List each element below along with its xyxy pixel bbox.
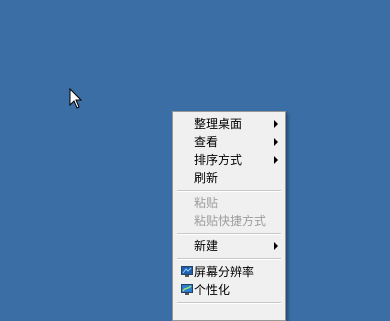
mouse-pointer-icon [69,88,83,109]
menu-item-view[interactable]: 查看 [174,133,284,151]
submenu-arrow-icon [274,156,278,164]
personalize-icon [181,284,193,295]
menu-item-label: 排序方式 [194,153,243,167]
desktop-background[interactable]: 整理桌面 查看 排序方式 刷新 粘贴 粘贴快捷方式 新建 屏幕分辨率 个性化 [0,0,390,321]
submenu-arrow-icon [274,242,278,250]
menu-item-label: 新建 [194,239,219,253]
menu-item-sort-by[interactable]: 排序方式 [174,151,284,169]
menu-item-refresh[interactable]: 刷新 [174,169,284,187]
menu-item-paste[interactable]: 粘贴 [174,194,284,212]
menu-item-label: 粘贴 [194,196,219,210]
menu-item-label: 查看 [194,135,219,149]
menu-separator [177,258,281,260]
submenu-arrow-icon [274,138,278,146]
menu-item-label: 粘贴快捷方式 [194,214,267,228]
menu-item-label: 屏幕分辨率 [194,265,255,279]
menu-item-paste-shortcut[interactable]: 粘贴快捷方式 [174,212,284,230]
display-icon [181,266,193,277]
menu-item-personalize[interactable]: 个性化 [174,281,284,299]
menu-item-label: 整理桌面 [194,117,243,131]
desktop-context-menu: 整理桌面 查看 排序方式 刷新 粘贴 粘贴快捷方式 新建 屏幕分辨率 个性化 [172,111,286,321]
menu-item-label: 刷新 [194,171,219,185]
menu-item-organize-desktop[interactable]: 整理桌面 [174,115,284,133]
menu-item-screen-resolution[interactable]: 屏幕分辨率 [174,263,284,281]
menu-separator [177,190,281,192]
submenu-arrow-icon [274,120,278,128]
menu-item-new[interactable]: 新建 [174,237,284,255]
menu-separator [177,302,281,304]
menu-item-label: 个性化 [194,283,231,297]
menu-separator [177,233,281,235]
